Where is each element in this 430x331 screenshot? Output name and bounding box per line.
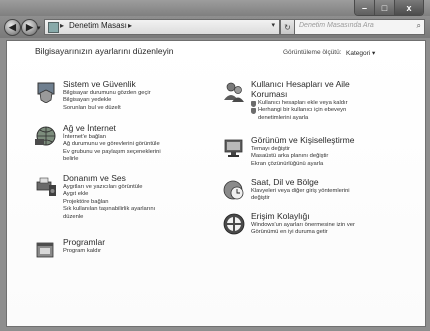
- address-bar[interactable]: ▸ Denetim Masası ▸ ▾: [44, 19, 280, 35]
- search-icon[interactable]: ⌕: [417, 21, 421, 31]
- title-bar: – □ x: [0, 0, 430, 16]
- window-controls: – □ x: [354, 0, 424, 16]
- link-homegroup-cont[interactable]: belirle: [63, 156, 161, 163]
- link-connect-internet[interactable]: İnternet'e bağlan: [63, 134, 161, 141]
- clock-globe-icon: [223, 180, 244, 200]
- link-connect-projector[interactable]: Projektöre bağlan: [63, 199, 155, 206]
- link-troubleshoot[interactable]: Sorunları bul ve düzelt: [63, 105, 151, 112]
- control-panel-icon: [48, 22, 59, 33]
- category-system-security: Sistem ve Güvenlik Bilgisayar durumunu g…: [35, 79, 215, 119]
- uac-shield-icon: [251, 100, 256, 107]
- maximize-button[interactable]: □: [374, 0, 394, 15]
- category-title[interactable]: Programlar: [63, 237, 105, 247]
- link-mobility-settings[interactable]: Sık kullanılan taşınabilirlik ayarlarını: [63, 206, 155, 213]
- search-input[interactable]: Denetim Masasında Ara: [299, 22, 374, 29]
- category-programs: Programlar Program kaldır: [35, 237, 215, 265]
- breadcrumb-separator-icon[interactable]: ▸: [60, 21, 64, 30]
- link-uninstall-program[interactable]: Program kaldır: [63, 248, 101, 255]
- category-appearance: Görünüm ve Kişiselleştirme Temayı değişt…: [223, 135, 419, 171]
- search-box[interactable]: Denetim Masasında Ara ⌕: [294, 19, 425, 35]
- category-title-continued[interactable]: Koruması: [251, 89, 287, 99]
- link-let-windows-suggest[interactable]: Windows'un ayarları önermesine izin ver: [251, 222, 355, 229]
- users-icon: [224, 82, 244, 102]
- link-network-status[interactable]: Ağ durumunu ve görevlerini görüntüle: [63, 141, 161, 148]
- category-title[interactable]: Sistem ve Güvenlik: [63, 79, 136, 89]
- link-desktop-background[interactable]: Masaüstü arka planını değiştir: [251, 153, 328, 160]
- forward-button[interactable]: ▶: [21, 19, 38, 36]
- view-by-dropdown[interactable]: Kategori ▾: [346, 49, 375, 57]
- category-title[interactable]: Ağ ve İnternet: [63, 123, 116, 133]
- view-by-label: Görüntüleme ölçütü:: [283, 49, 342, 56]
- control-panel-window: – □ x ◀ ▶ ▾ ▸ Denetim Masası ▸ ▾ ↻ Denet…: [0, 0, 430, 331]
- control-panel-content: Bilgisayarınızın ayarlarını düzenleyin G…: [6, 40, 426, 327]
- network-globe-icon: [35, 126, 56, 146]
- link-devices-printers[interactable]: Aygıtları ve yazıcıları görüntüle: [63, 184, 155, 191]
- printer-speaker-icon: [36, 177, 56, 196]
- link-add-remove-accounts[interactable]: Kullanıcı hesapları ekle veya kaldır: [258, 100, 348, 107]
- minimize-button[interactable]: –: [355, 0, 374, 15]
- category-ease-of-access: Erişim Kolaylığı Windows'un ayarları öne…: [223, 211, 419, 241]
- link-homegroup[interactable]: Ev grubunu ve paylaşım seçeneklerini: [63, 149, 161, 156]
- breadcrumb-control-panel[interactable]: Denetim Masası: [69, 21, 127, 30]
- link-change-keyboards-cont[interactable]: değiştir: [251, 195, 350, 202]
- category-title[interactable]: Donanım ve Ses: [63, 173, 126, 183]
- link-optimize-display[interactable]: Görünümü en iyi duruma getir: [251, 229, 355, 236]
- link-parental-controls[interactable]: Herhangi bir kullanıcı için ebeveyn: [258, 107, 346, 114]
- navigation-bar: ◀ ▶ ▾ ▸ Denetim Masası ▸ ▾ ↻ Denetim Mas…: [0, 16, 430, 38]
- link-mobility-settings-cont[interactable]: düzenle: [63, 214, 155, 221]
- link-change-keyboards[interactable]: Klavyeleri veya diğer giriş yöntemlerini: [251, 188, 350, 195]
- category-title[interactable]: Kullanıcı Hesapları ve Aile: [251, 79, 350, 89]
- link-screen-resolution[interactable]: Ekran çözünürlüğünü ayarla: [251, 161, 328, 168]
- recent-pages-dropdown-icon[interactable]: ▾: [37, 24, 41, 32]
- category-hardware-sound: Donanım ve Ses Aygıtları ve yazıcıları g…: [35, 173, 225, 231]
- category-user-accounts: Kullanıcı Hesapları ve Aile Koruması Kul…: [223, 79, 419, 129]
- category-title[interactable]: Erişim Kolaylığı: [251, 211, 310, 221]
- address-dropdown-icon[interactable]: ▾: [271, 21, 275, 29]
- link-add-device[interactable]: Aygıt ekle: [63, 191, 155, 198]
- programs-icon: [36, 242, 54, 258]
- link-change-theme[interactable]: Temayı değiştir: [251, 146, 328, 153]
- uac-shield-icon: [251, 108, 256, 115]
- category-title[interactable]: Saat, Dil ve Bölge: [251, 177, 319, 187]
- category-clock-language-region: Saat, Dil ve Bölge Klavyeleri veya diğer…: [223, 177, 419, 207]
- link-backup[interactable]: Bilgisayarı yedekle: [63, 97, 151, 104]
- category-title[interactable]: Görünüm ve Kişiselleştirme: [251, 135, 354, 145]
- link-parental-controls-cont[interactable]: denetimlerini ayarla: [251, 115, 348, 122]
- display-icon: [224, 139, 243, 157]
- close-button[interactable]: x: [394, 0, 423, 15]
- page-title: Bilgisayarınızın ayarlarını düzenleyin: [35, 46, 174, 56]
- ease-of-access-icon: [223, 213, 245, 235]
- category-network-internet: Ağ ve İnternet İnternet'e bağlan Ağ duru…: [35, 123, 215, 169]
- breadcrumb-trail-icon[interactable]: ▸: [128, 21, 132, 30]
- link-review-status[interactable]: Bilgisayar durumunu gözden geçir: [63, 90, 151, 97]
- shield-monitor-icon: [37, 82, 55, 103]
- refresh-button[interactable]: ↻: [280, 19, 295, 35]
- back-button[interactable]: ◀: [4, 19, 21, 36]
